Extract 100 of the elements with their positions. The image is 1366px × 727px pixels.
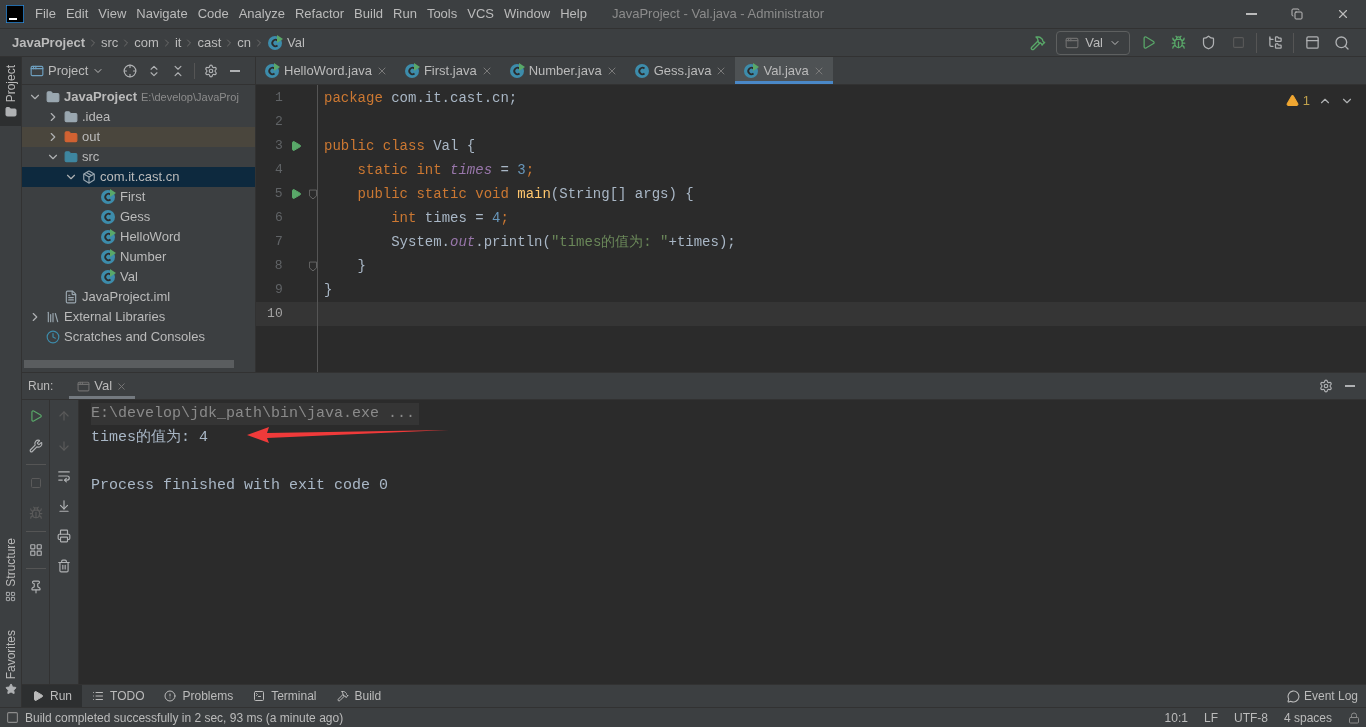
class-icon — [508, 62, 525, 79]
menu-item[interactable]: View — [93, 4, 132, 24]
menu-item[interactable]: Tools — [421, 4, 463, 24]
tree-item[interactable]: Number — [22, 247, 255, 267]
editor-tab[interactable]: HelloWord.java — [256, 57, 396, 84]
fold-icon[interactable] — [309, 260, 317, 272]
tree-item[interactable]: Scratches and Consoles — [22, 327, 255, 347]
tree-item[interactable]: .idea — [22, 107, 255, 127]
tree-item[interactable]: External Libraries — [22, 307, 255, 327]
tree-item-label: JavaProject — [64, 88, 137, 107]
tree-item-label: out — [82, 128, 101, 147]
tree-item[interactable]: src — [22, 147, 255, 167]
window-title: JavaProject - Val.java - Administrator — [611, 5, 825, 24]
editor-tab[interactable]: Val.java — [735, 57, 833, 84]
side-tab[interactable]: Favorites — [0, 625, 21, 699]
line-number: 2 — [273, 113, 283, 132]
tree-item-label: Number — [120, 248, 167, 267]
class-icon — [264, 62, 280, 79]
line-number: 5 — [273, 185, 283, 204]
folder-icon — [46, 90, 60, 104]
menu-item[interactable]: Refactor — [289, 4, 350, 24]
breadcrumb[interactable]: src — [101, 32, 119, 53]
tool-window-tab[interactable]: Terminal — [243, 685, 327, 707]
run-config-select[interactable]: Val — [1056, 30, 1130, 55]
breadcrumb[interactable]: JavaProject — [12, 32, 85, 53]
tree-item-label: Scratches and Consoles — [64, 328, 205, 347]
wrap-icon — [57, 469, 71, 483]
editor-tab[interactable]: Number.java — [500, 57, 626, 84]
menu-item[interactable]: VCS — [462, 4, 499, 24]
window-icon — [77, 379, 91, 393]
libraries-icon — [46, 310, 60, 324]
settings-icon — [204, 63, 218, 78]
star-icon — [4, 683, 17, 695]
tree-item-label: External Libraries — [64, 308, 166, 327]
minus-icon — [230, 69, 240, 72]
fold-icon[interactable] — [309, 188, 317, 200]
package-icon — [82, 170, 96, 184]
line-number: 4 — [273, 161, 283, 180]
tool-window-tab[interactable]: Run — [22, 685, 82, 707]
side-tab[interactable]: Structure — [0, 533, 21, 606]
hammer-icon — [1030, 34, 1047, 51]
menu-item[interactable]: Analyze — [233, 4, 290, 24]
breadcrumb[interactable]: com — [134, 32, 159, 53]
project-view-select[interactable]: Project — [48, 60, 105, 81]
scrollbar[interactable] — [24, 360, 234, 368]
warning-count[interactable]: 1 — [1285, 91, 1310, 111]
menu-item[interactable]: Build — [349, 4, 388, 24]
tree-item[interactable]: out — [22, 127, 255, 147]
tree-item[interactable]: Val — [22, 267, 255, 287]
terminal-icon — [253, 690, 266, 702]
search-icon — [1334, 34, 1350, 51]
folder-icon — [64, 110, 78, 124]
tree-item[interactable]: First — [22, 187, 255, 207]
menu-item[interactable]: Code — [192, 4, 234, 24]
line-number: 10 — [266, 305, 283, 324]
menu-item[interactable]: Navigate — [131, 4, 193, 24]
breadcrumb[interactable]: Val — [287, 32, 305, 53]
tree-item[interactable]: JavaProject E:\develop\JavaProj — [22, 87, 255, 107]
status-item[interactable]: 10:1 — [1164, 708, 1188, 727]
breadcrumb[interactable]: it — [174, 32, 182, 53]
bug-icon — [28, 506, 43, 520]
breadcrumb[interactable]: cn — [237, 32, 251, 53]
menu-item[interactable]: Run — [388, 4, 422, 24]
run-gutter-icon[interactable] — [289, 188, 302, 200]
tree-item[interactable]: JavaProject.iml — [22, 287, 255, 307]
status-item[interactable]: 4 spaces — [1283, 708, 1332, 727]
menu-item[interactable]: Window — [498, 4, 556, 24]
code-line: package com.it.cast.cn; — [324, 88, 518, 108]
printer-icon — [57, 529, 71, 543]
menu-item[interactable]: Help — [555, 4, 592, 24]
tree-item-label: .idea — [82, 108, 111, 127]
editor-tab[interactable]: First.java — [395, 57, 501, 84]
run-gutter-icon[interactable] — [290, 140, 303, 152]
tree-item[interactable]: Gess — [22, 207, 255, 227]
side-tab[interactable]: Project — [0, 57, 21, 127]
tree-item[interactable]: com.it.cast.cn — [22, 167, 255, 187]
line-number: 1 — [273, 89, 283, 108]
menu-item[interactable]: File — [30, 4, 61, 24]
tool-window-tab[interactable]: TODO — [82, 685, 155, 707]
status-message: Build completed successfully in 2 sec, 93 ms (a minute ago) — [25, 709, 344, 727]
tree-item[interactable]: HelloWord — [22, 227, 255, 247]
editor-tab[interactable]: Gess.java — [625, 57, 736, 84]
menu-item[interactable]: Edit — [60, 4, 94, 24]
breadcrumb[interactable]: cast — [197, 32, 222, 53]
code-line: static int times = 3; — [356, 160, 535, 180]
wrench-icon — [28, 439, 43, 453]
event-log-button[interactable]: Event Log — [1286, 687, 1358, 705]
tree-item-label: com.it.cast.cn — [100, 168, 180, 187]
code-line: public static void main(String[] args) { — [356, 184, 694, 204]
status-item[interactable]: LF — [1203, 708, 1218, 727]
class-icon — [403, 62, 420, 79]
tree-item-label: src — [82, 148, 100, 167]
class-icon — [743, 62, 760, 79]
tool-window-tab[interactable]: Build — [326, 685, 392, 707]
scroll-to-end-icon — [57, 499, 71, 513]
status-item[interactable]: UTF-8 — [1233, 708, 1268, 727]
tool-window-tab[interactable]: Problems — [154, 685, 244, 707]
close-icon[interactable] — [116, 380, 128, 392]
lock-icon — [1348, 711, 1360, 724]
file-icon — [64, 290, 78, 304]
